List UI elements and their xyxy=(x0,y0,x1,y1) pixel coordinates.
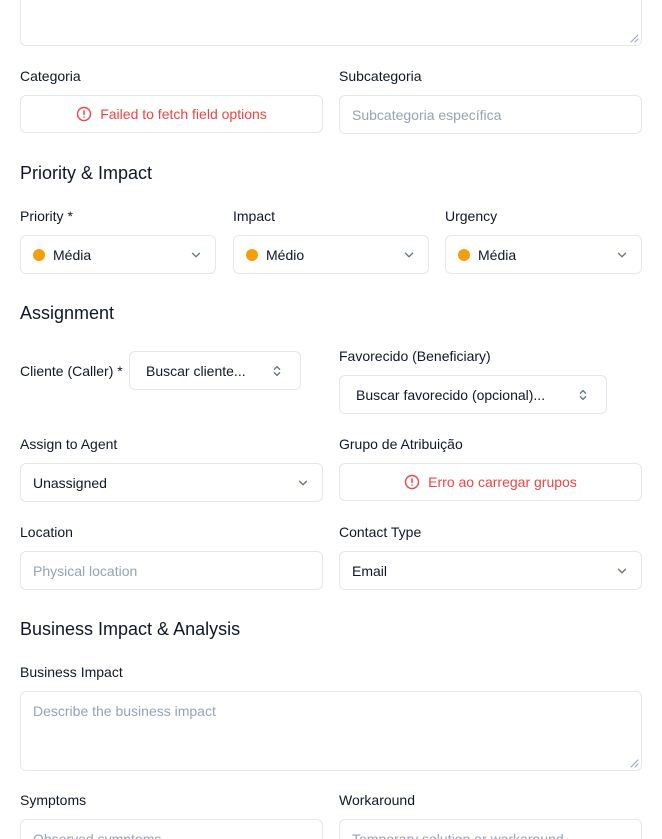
workaround-textarea[interactable]: Temporary solution or workaround xyxy=(339,819,642,839)
priority-value: Média xyxy=(53,246,92,263)
assignment-title: Assignment xyxy=(20,303,115,323)
chevron-down-icon xyxy=(296,476,310,490)
business-title: Business Impact & Analysis xyxy=(20,619,241,639)
cliente-combobox[interactable]: Buscar cliente... xyxy=(129,351,301,390)
categoria-error-box: Failed to fetch field options xyxy=(20,95,323,133)
business-impact-placeholder: Describe the business impact xyxy=(33,703,216,719)
priority-dot xyxy=(33,248,45,261)
contact-type-value: Email xyxy=(352,562,388,579)
chevron-down-icon xyxy=(402,248,416,262)
priority-impact-title: Priority & Impact xyxy=(20,163,153,183)
impact-select[interactable]: Médio xyxy=(233,235,429,274)
grupo-error-box: Erro ao carregar grupos xyxy=(339,463,642,501)
symptoms-placeholder: Observed symptoms xyxy=(33,831,162,839)
favorecido-combobox[interactable]: Buscar favorecido (opcional)... xyxy=(339,375,607,414)
urgency-value: Média xyxy=(478,246,517,263)
agent-label: Assign to Agent xyxy=(20,436,118,452)
contact-type-label: Contact Type xyxy=(339,524,422,540)
favorecido-value: Buscar favorecido (opcional)... xyxy=(356,386,546,403)
chevron-down-icon xyxy=(615,564,629,578)
urgency-label: Urgency xyxy=(445,208,498,224)
cliente-label: Cliente (Caller) * xyxy=(20,363,123,379)
priority-label: Priority * xyxy=(20,208,73,224)
subcategoria-label: Subcategoria xyxy=(339,68,422,84)
categoria-label: Categoria xyxy=(20,68,81,84)
urgency-select[interactable]: Média xyxy=(445,235,642,274)
chevron-updown-icon xyxy=(270,364,284,378)
contact-type-select[interactable]: Email xyxy=(339,551,642,590)
urgency-dot xyxy=(458,248,470,261)
description-textarea[interactable] xyxy=(20,0,642,46)
symptoms-textarea[interactable]: Observed symptoms xyxy=(20,819,323,839)
categoria-error-text: Failed to fetch field options xyxy=(100,106,267,122)
business-impact-textarea[interactable]: Describe the business impact xyxy=(20,691,642,771)
agent-select[interactable]: Unassigned xyxy=(20,463,323,502)
business-impact-label: Business Impact xyxy=(20,664,123,680)
location-label: Location xyxy=(20,524,73,540)
chevron-down-icon xyxy=(189,248,203,262)
workaround-label: Workaround xyxy=(339,792,416,808)
location-placeholder: Physical location xyxy=(33,562,138,579)
impact-dot xyxy=(246,248,258,261)
workaround-placeholder: Temporary solution or workaround xyxy=(352,831,564,839)
subcategoria-input[interactable]: Subcategoria específica xyxy=(339,95,642,134)
chevron-updown-icon xyxy=(576,388,590,402)
grupo-error-text: Erro ao carregar grupos xyxy=(428,474,577,490)
grupo-label: Grupo de Atribuição xyxy=(339,436,463,452)
alert-circle-icon xyxy=(404,474,420,490)
resize-handle-icon[interactable] xyxy=(630,34,639,43)
agent-value: Unassigned xyxy=(33,474,107,491)
location-input[interactable]: Physical location xyxy=(20,551,323,590)
resize-handle-icon[interactable] xyxy=(630,759,639,768)
priority-select[interactable]: Média xyxy=(20,235,216,274)
subcategoria-placeholder: Subcategoria específica xyxy=(352,106,502,123)
chevron-down-icon xyxy=(615,248,629,262)
cliente-value: Buscar cliente... xyxy=(146,362,246,379)
favorecido-label: Favorecido (Beneficiary) xyxy=(339,348,491,364)
impact-value: Médio xyxy=(266,246,305,263)
impact-label: Impact xyxy=(233,208,276,224)
alert-circle-icon xyxy=(76,106,92,122)
symptoms-label: Symptoms xyxy=(20,792,87,808)
